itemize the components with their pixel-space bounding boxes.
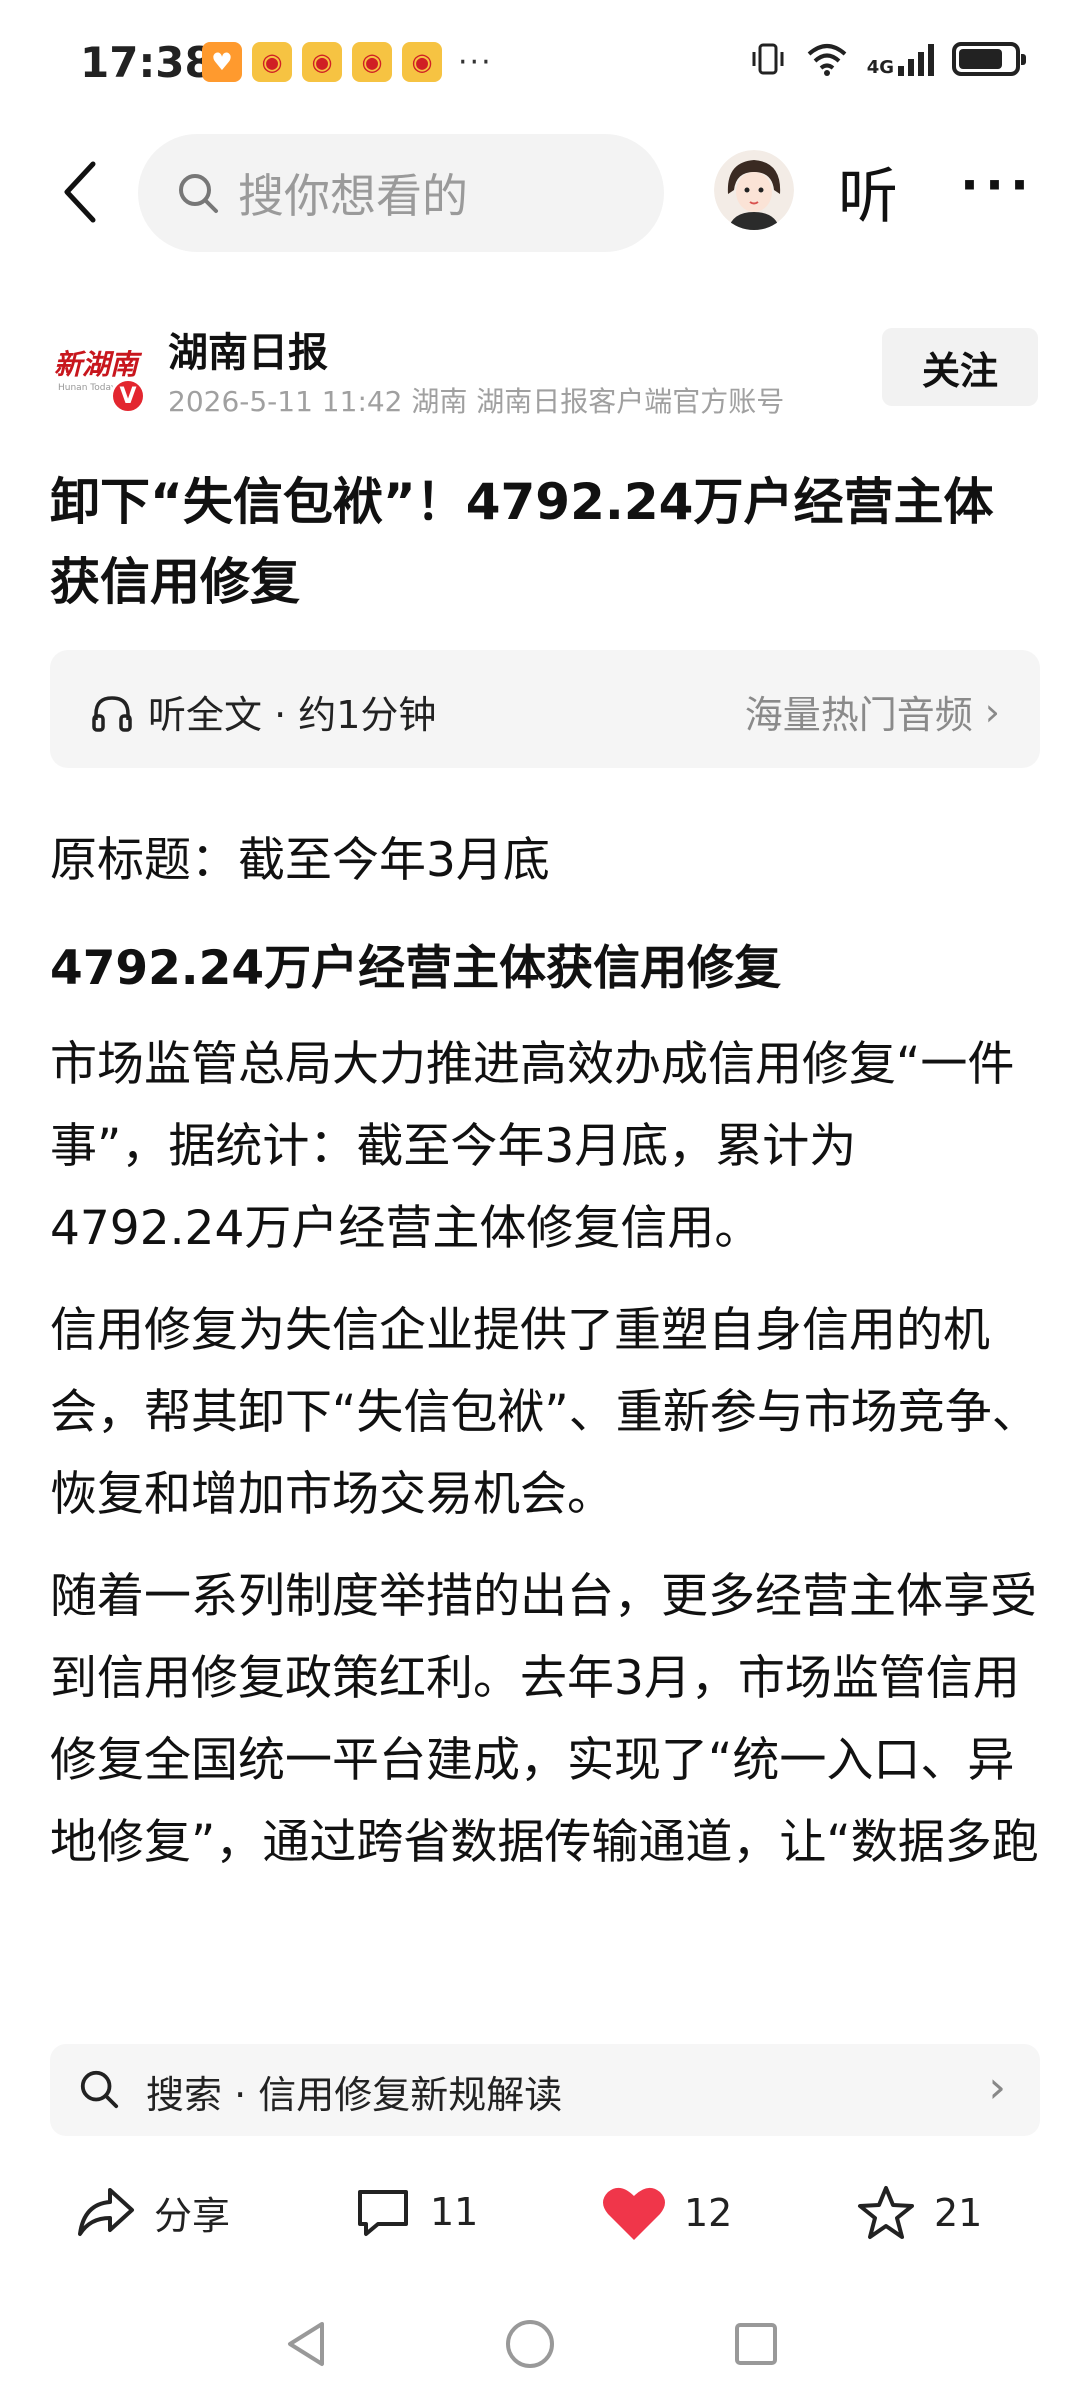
listen-full-text-bar[interactable]: 听全文 · 约1分钟 海量热门音频 › (50, 650, 1040, 768)
weibo-icon: ◉ (252, 42, 292, 82)
comment-count: 11 (430, 2190, 479, 2234)
favorite-button[interactable]: 21 (856, 2184, 982, 2242)
cellular-signal: 4G (866, 42, 934, 78)
audio-label: 听全文 · 约1分钟 (148, 693, 437, 737)
system-nav-bar (0, 2300, 1080, 2388)
svg-text:新湖南: 新湖南 (54, 348, 143, 381)
headphone-icon (92, 695, 132, 732)
article-body: 原标题：截至今年3月底 4792.24万户经营主体获信用修复 市场监管总局大力推… (50, 820, 1040, 1904)
heart-icon (603, 2187, 665, 2240)
signal-bars-icon (898, 42, 934, 76)
wifi-icon (807, 44, 847, 76)
status-bar: 17:38 ♥ ◉ ◉ ◉ ◉ ··· 4G (0, 0, 1080, 126)
notification-icons: ♥ ◉ ◉ ◉ ◉ ··· (202, 42, 493, 82)
avatar-image (714, 150, 794, 230)
heart-app-icon: ♥ (202, 42, 242, 82)
vibrate-icon (752, 43, 784, 75)
related-search-text: 搜索 · 信用修复新规解读 (146, 2073, 563, 2117)
related-search-bar[interactable]: 搜索 · 信用修复新规解读 › (50, 2044, 1040, 2136)
system-icons: 4G (749, 40, 1026, 78)
circle-home-icon (506, 2320, 554, 2368)
weibo-icon: ◉ (352, 42, 392, 82)
share-button[interactable]: 分享 (76, 2184, 230, 2240)
like-count: 12 (684, 2191, 733, 2235)
svg-text:Hunan Today: Hunan Today (58, 383, 117, 393)
article-headline: 卸下“失信包袱”！4792.24万户经营主体获信用修复 (50, 473, 994, 611)
system-back-button[interactable] (276, 2314, 336, 2374)
search-icon (80, 2070, 119, 2109)
article-paragraph: 随着一系列制度举措的出台，更多经营主体享受到信用修复政策红利。去年3月，市场监管… (50, 1569, 1039, 1870)
search-icon (179, 174, 218, 213)
weibo-icon: ◉ (402, 42, 442, 82)
back-button[interactable] (44, 154, 114, 230)
square-recents-icon (735, 2323, 777, 2365)
comment-button[interactable]: 11 (354, 2184, 478, 2240)
weibo-icon: ◉ (302, 42, 342, 82)
chevron-right-icon: › (984, 689, 1000, 734)
triangle-back-icon (288, 2322, 324, 2366)
follow-button[interactable]: 关注 (882, 328, 1038, 406)
comment-icon (358, 2190, 408, 2236)
battery-icon (952, 42, 1026, 76)
author-row: 新湖南 Hunan Today V 湖南日报 2026-5-11 11:42 湖… (0, 310, 1080, 420)
status-time: 17:38 (80, 38, 214, 87)
star-icon (858, 2186, 914, 2239)
system-recents-button[interactable] (726, 2314, 786, 2374)
more-options-button[interactable]: ··· (960, 156, 1035, 214)
search-placeholder: 搜你想看的 (238, 169, 468, 223)
article-paragraph: 市场监管总局大力推进高效办成信用修复“一件事”，据统计：截至今年3月底，累计为4… (50, 1037, 1015, 1256)
article-subheading: 4792.24万户经营主体获信用修复 (50, 941, 782, 996)
verified-badge: V (110, 378, 146, 414)
network-type: 4G (866, 57, 894, 78)
battery-fill (959, 49, 1002, 69)
chevron-right-icon: › (988, 2062, 1006, 2113)
article-paragraph: 信用修复为失信企业提供了重塑自身信用的机会，帮其卸下“失信包袱”、重新参与市场竞… (50, 1303, 1039, 1522)
system-home-button[interactable] (500, 2314, 560, 2374)
favorite-count: 21 (934, 2191, 983, 2235)
audio-play[interactable]: 听全文 · 约1分钟 (90, 684, 436, 739)
more-notifications-icon: ··· (458, 44, 493, 80)
search-input[interactable]: 搜你想看的 (138, 134, 664, 252)
avatar[interactable] (714, 150, 794, 230)
listen-button[interactable]: 听 (838, 148, 898, 235)
action-bar: 分享 11 12 21 (0, 2170, 1080, 2260)
hot-audio-label: 海量热门音频 (744, 693, 973, 737)
share-label: 分享 (154, 2193, 231, 2238)
chevron-left-icon (64, 161, 96, 223)
share-icon (78, 2188, 134, 2236)
nav-bar: 搜你想看的 听 ··· (0, 126, 1080, 258)
original-title: 原标题：截至今年3月底 (50, 833, 550, 888)
author-name[interactable]: 湖南日报 (168, 320, 328, 378)
author-meta: 2026-5-11 11:42 湖南 湖南日报客户端官方账号 (168, 385, 785, 418)
like-button[interactable]: 12 (602, 2184, 732, 2242)
hot-audio-link[interactable]: 海量热门音频 › (745, 684, 1000, 739)
